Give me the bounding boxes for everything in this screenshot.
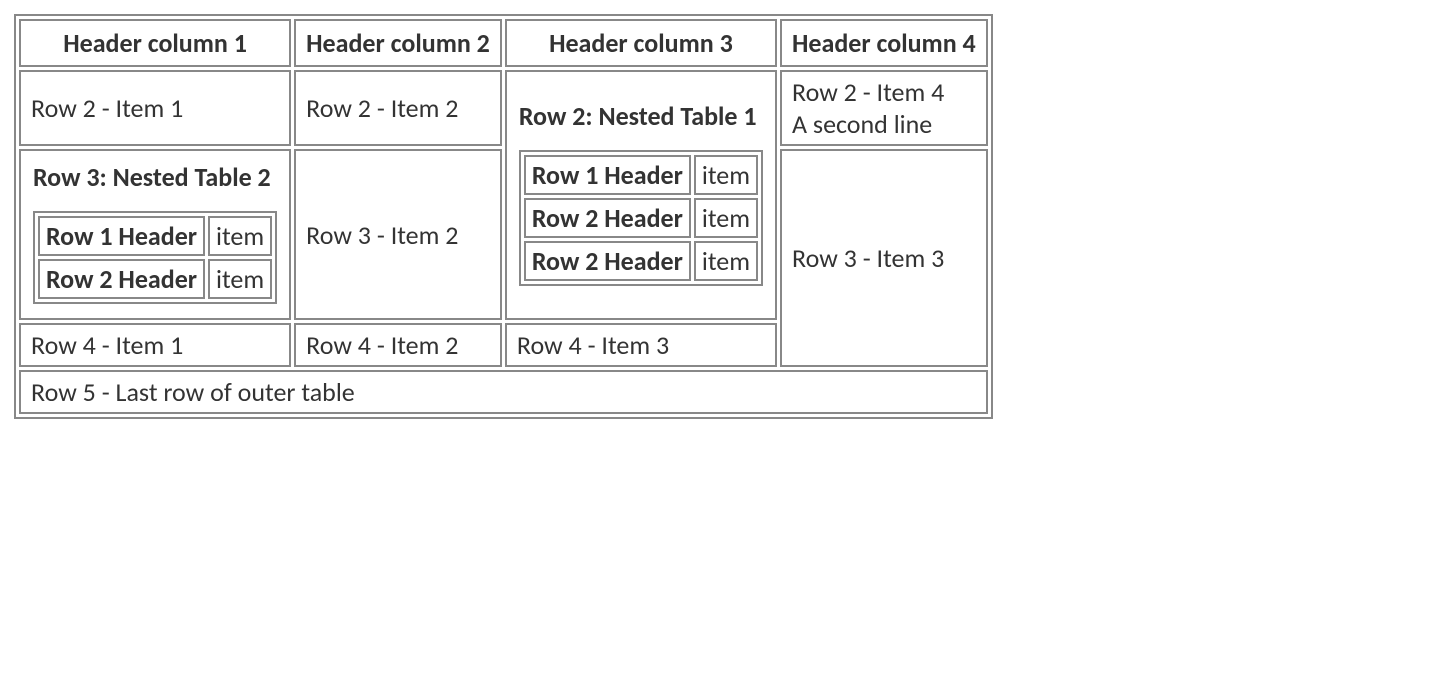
nested2-r2-item: item xyxy=(208,259,272,299)
nested1-title: Row 2: Nested Table 1 xyxy=(519,100,763,132)
nested2-r1-item: item xyxy=(208,216,272,256)
nested2-r2-header: Row 2 Header xyxy=(38,259,205,299)
row4-item2: Row 4 - Item 2 xyxy=(294,323,502,367)
row-3: Row 3: Nested Table 2 Row 1 Header item … xyxy=(19,149,988,320)
row3-item2: Row 3 - Item 2 xyxy=(294,149,502,320)
nested1-r1-header: Row 1 Header xyxy=(524,155,691,195)
row4-item1: Row 4 - Item 1 xyxy=(19,323,291,367)
row2-nested-cell: Row 2: Nested Table 1 Row 1 Header item … xyxy=(505,70,777,320)
row2-item2: Row 2 - Item 2 xyxy=(294,70,502,146)
nested1-r2-item: item xyxy=(694,198,758,238)
header-col-3: Header column 3 xyxy=(505,19,777,67)
row4-item3: Row 4 - Item 3 xyxy=(505,323,777,367)
outer-table: Header column 1 Header column 2 Header c… xyxy=(14,14,993,419)
nested2-row-2: Row 2 Header item xyxy=(38,259,272,299)
row3-item3: Row 3 - Item 3 xyxy=(780,149,988,367)
nested1-r1-item: item xyxy=(694,155,758,195)
nested2-row-1: Row 1 Header item xyxy=(38,216,272,256)
nested1-r3-header: Row 2 Header xyxy=(524,241,691,281)
nested1-row-2: Row 2 Header item xyxy=(524,198,758,238)
header-col-4: Header column 4 xyxy=(780,19,988,67)
nested-table-2: Row 1 Header item Row 2 Header item xyxy=(33,211,277,304)
nested1-row-1: Row 1 Header item xyxy=(524,155,758,195)
nested1-row-3: Row 2 Header item xyxy=(524,241,758,281)
row-5: Row 5 - Last row of outer table xyxy=(19,370,988,414)
header-col-2: Header column 2 xyxy=(294,19,502,67)
row2-item4: Row 2 - Item 4 A second line xyxy=(780,70,988,146)
row-2: Row 2 - Item 1 Row 2 - Item 2 Row 2: Nes… xyxy=(19,70,988,146)
nested2-r1-header: Row 1 Header xyxy=(38,216,205,256)
row2-item1: Row 2 - Item 1 xyxy=(19,70,291,146)
row2-item4-line1: Row 2 - Item 4 xyxy=(792,76,976,108)
row5-cell: Row 5 - Last row of outer table xyxy=(19,370,988,414)
row2-item4-line2: A second line xyxy=(792,108,976,140)
nested-table-1: Row 1 Header item Row 2 Header item Row … xyxy=(519,150,763,286)
nested1-r3-item: item xyxy=(694,241,758,281)
nested2-title: Row 3: Nested Table 2 xyxy=(33,161,277,193)
header-col-1: Header column 1 xyxy=(19,19,291,67)
row3-nested-cell: Row 3: Nested Table 2 Row 1 Header item … xyxy=(19,149,291,320)
nested1-r2-header: Row 2 Header xyxy=(524,198,691,238)
header-row: Header column 1 Header column 2 Header c… xyxy=(19,19,988,67)
